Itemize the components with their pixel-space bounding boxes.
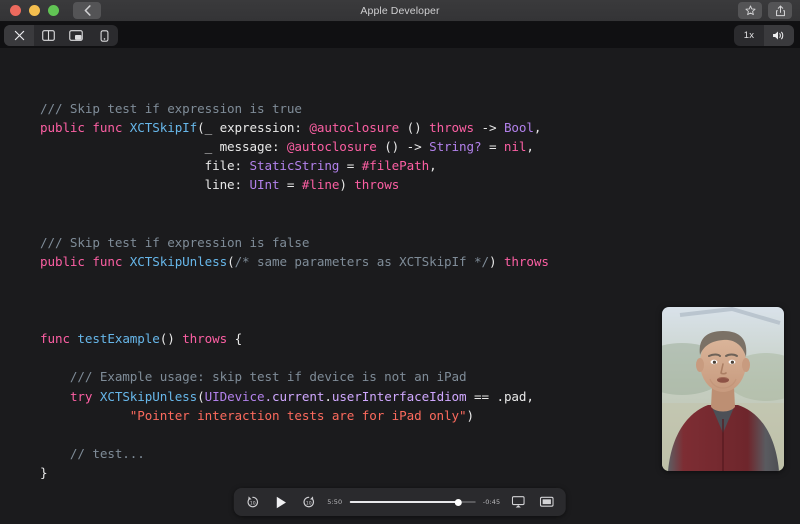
share-icon — [775, 5, 786, 17]
favorite-button[interactable] — [738, 2, 762, 19]
close-icon — [14, 30, 25, 41]
code-line: func testExample() throws { — [40, 331, 242, 346]
traffic-lights — [10, 5, 59, 16]
code-line: /// Example usage: skip test if device i… — [40, 369, 466, 384]
scrubber[interactable] — [350, 496, 476, 508]
fullscreen-icon — [540, 496, 554, 508]
code-line: /// Skip test if expression is true — [40, 101, 302, 116]
titlebar-actions — [738, 2, 792, 19]
current-time-label: 5:50 — [327, 498, 343, 506]
skip-back-10-icon: 10 — [246, 495, 260, 509]
close-player-button[interactable] — [4, 25, 34, 46]
presenter-portrait — [662, 307, 784, 471]
code-line: public func XCTSkipIf(_ expression: @aut… — [40, 120, 541, 135]
airplay-button[interactable] — [507, 491, 529, 513]
code-line: line: UInt = #line) throws — [40, 177, 399, 192]
star-icon — [745, 5, 756, 16]
skip-forward-10-icon: 10 — [302, 495, 316, 509]
remaining-time-label: -0:45 — [483, 498, 500, 506]
code-line: // test... — [40, 446, 145, 461]
play-icon — [275, 496, 286, 509]
code-line: _ message: @autoclosure () -> String? = … — [40, 139, 534, 154]
fullscreen-button[interactable] — [536, 491, 558, 513]
playback-speed-button[interactable]: 1x — [734, 25, 764, 46]
svg-text:10: 10 — [306, 500, 312, 506]
volume-button[interactable] — [764, 25, 794, 46]
code-line: public func XCTSkipUnless(/* same parame… — [40, 254, 549, 269]
player-left-controls — [4, 25, 118, 46]
player-top-bar: 1x — [0, 22, 800, 48]
chevron-left-icon — [84, 5, 91, 16]
presenter-video-thumbnail[interactable] — [662, 307, 784, 471]
close-window-button[interactable] — [10, 5, 21, 16]
window-titlebar: Apple Developer — [0, 0, 800, 22]
share-button[interactable] — [768, 2, 792, 19]
sidebar-icon — [42, 30, 55, 41]
code-line: "Pointer interaction tests are for iPad … — [40, 408, 474, 423]
code-line: /// Skip test if expression is false — [40, 235, 309, 250]
picture-in-picture-icon — [69, 30, 83, 41]
scrubber-handle[interactable] — [455, 499, 462, 506]
zoom-window-button[interactable] — [48, 5, 59, 16]
svg-text:10: 10 — [250, 500, 256, 506]
skip-backward-button[interactable]: 10 — [242, 491, 264, 513]
player-right-controls: 1x — [734, 25, 794, 46]
code-line: file: StaticString = #filePath, — [40, 158, 437, 173]
minimize-window-button[interactable] — [29, 5, 40, 16]
skip-forward-button[interactable]: 10 — [298, 491, 320, 513]
code-line: } — [40, 465, 47, 480]
airplay-device-button[interactable] — [90, 25, 118, 46]
video-player-window: Apple Developer — [0, 0, 800, 524]
playback-controls-bar: 10 10 5:50 -0:45 — [234, 488, 566, 516]
video-stage: /// Skip test if expression is true publ… — [0, 48, 800, 524]
airplay-icon — [512, 496, 525, 508]
window-title: Apple Developer — [0, 5, 800, 17]
airplay-device-icon — [100, 30, 109, 42]
code-line: try XCTSkipUnless(UIDevice.current.userI… — [40, 389, 534, 404]
code-slide: /// Skip test if expression is true publ… — [40, 99, 549, 483]
volume-icon — [772, 30, 786, 41]
play-button[interactable] — [271, 491, 291, 513]
picture-in-picture-button[interactable] — [62, 25, 90, 46]
back-button[interactable] — [73, 2, 101, 19]
scrubber-progress — [350, 501, 458, 503]
sidebar-toggle-button[interactable] — [34, 25, 62, 46]
